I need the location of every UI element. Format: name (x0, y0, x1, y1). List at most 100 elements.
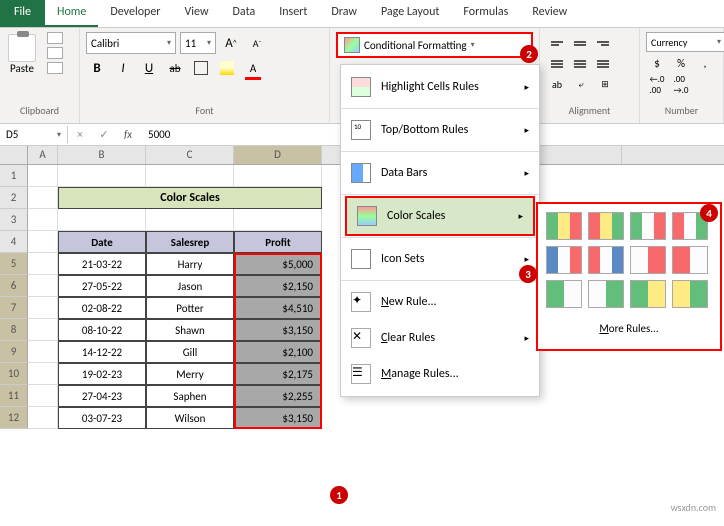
column-header[interactable]: A (28, 146, 58, 164)
data-cell[interactable]: Jason (146, 275, 234, 297)
menu-icon-sets[interactable]: Icon Sets▸ (341, 241, 539, 277)
row-header[interactable]: 5 (0, 253, 28, 275)
data-cell[interactable]: 21-03-22 (58, 253, 146, 275)
column-header[interactable]: D (234, 146, 322, 164)
data-cell[interactable]: Merry (146, 363, 234, 385)
data-cell[interactable]: $3,150 (234, 407, 322, 429)
header-cell[interactable]: Profit (234, 231, 322, 253)
select-all-corner[interactable] (0, 146, 28, 164)
italic-button[interactable]: I (112, 57, 134, 79)
paste-button[interactable]: Paste (6, 32, 38, 77)
data-cell[interactable]: $4,510 (234, 297, 322, 319)
row-header[interactable]: 7 (0, 297, 28, 319)
header-cell[interactable]: Date (58, 231, 146, 253)
row-header[interactable]: 4 (0, 231, 28, 253)
data-cell[interactable]: $2,150 (234, 275, 322, 297)
orientation-button[interactable]: ab (546, 73, 568, 95)
row-header[interactable]: 8 (0, 319, 28, 341)
row-header[interactable]: 3 (0, 209, 28, 231)
borders-button[interactable] (190, 57, 212, 79)
tab-file[interactable]: File (0, 0, 45, 27)
column-header[interactable]: C (146, 146, 234, 164)
decrease-font-button[interactable]: Aˇ (246, 32, 268, 54)
row-header[interactable]: 10 (0, 363, 28, 385)
tab-data[interactable]: Data (221, 0, 268, 27)
format-painter-button[interactable] (47, 62, 63, 74)
menu-data-bars[interactable]: Data Bars▸ (341, 155, 539, 191)
color-scale-option[interactable] (630, 246, 666, 274)
tab-formulas[interactable]: Formulas (451, 0, 520, 27)
copy-button[interactable] (47, 47, 63, 59)
percent-button[interactable]: % (670, 52, 692, 74)
align-top-center-button[interactable] (569, 32, 591, 54)
menu-new-rule[interactable]: ✦New Rule... (341, 284, 539, 320)
menu-manage-rules[interactable]: ☰Manage Rules... (341, 356, 539, 392)
font-size-select[interactable]: 11▾ (180, 32, 216, 54)
underline-button[interactable]: U (138, 57, 160, 79)
color-scale-option[interactable] (546, 280, 582, 308)
name-box[interactable]: D5▾ (0, 126, 68, 143)
comma-button[interactable]: , (694, 52, 716, 74)
color-scale-option[interactable] (588, 280, 624, 308)
color-scale-option[interactable] (672, 246, 708, 274)
color-scale-option[interactable] (672, 280, 708, 308)
tab-view[interactable]: View (172, 0, 220, 27)
tab-insert[interactable]: Insert (267, 0, 319, 27)
data-cell[interactable]: $2,100 (234, 341, 322, 363)
data-cell[interactable]: Harry (146, 253, 234, 275)
column-header[interactable]: B (58, 146, 146, 164)
color-scale-option[interactable] (630, 212, 666, 240)
tab-review[interactable]: Review (520, 0, 579, 27)
currency-button[interactable]: $ (646, 52, 668, 74)
row-header[interactable]: 9 (0, 341, 28, 363)
data-cell[interactable]: Gill (146, 341, 234, 363)
insert-function-button[interactable]: fx (116, 128, 140, 141)
align-bottom-left-button[interactable] (546, 53, 568, 75)
row-header[interactable]: 12 (0, 407, 28, 429)
cut-button[interactable] (47, 32, 63, 44)
conditional-formatting-button[interactable]: Conditional Formatting ▾ (336, 32, 533, 58)
data-cell[interactable]: Shawn (146, 319, 234, 341)
header-cell[interactable]: Salesrep (146, 231, 234, 253)
font-color-button[interactable]: A (242, 57, 264, 79)
data-cell[interactable]: 02-08-22 (58, 297, 146, 319)
merge-button[interactable]: ⊞ (594, 73, 616, 95)
more-rules-button[interactable]: More Rules... (546, 316, 712, 341)
tab-pagelayout[interactable]: Page Layout (369, 0, 451, 27)
number-format-select[interactable]: Currency▾ (646, 32, 724, 52)
fill-color-button[interactable] (216, 57, 238, 79)
confirm-entry-button[interactable]: ✓ (92, 128, 116, 141)
increase-decimal-button[interactable]: ←.0.00 (646, 74, 668, 96)
color-scale-option[interactable] (588, 212, 624, 240)
menu-clear-rules[interactable]: ✕Clear Rules▸ (341, 320, 539, 356)
decrease-decimal-button[interactable]: .00→.0 (670, 74, 692, 96)
data-cell[interactable]: $2,175 (234, 363, 322, 385)
data-cell[interactable]: Saphen (146, 385, 234, 407)
align-top-left-button[interactable] (546, 32, 568, 54)
align-top-right-button[interactable] (592, 32, 614, 54)
data-cell[interactable]: 03-07-23 (58, 407, 146, 429)
color-scale-option[interactable] (546, 246, 582, 274)
row-header[interactable]: 11 (0, 385, 28, 407)
title-cell[interactable]: Color Scales (58, 187, 322, 209)
row-header[interactable]: 6 (0, 275, 28, 297)
data-cell[interactable]: 19-02-23 (58, 363, 146, 385)
data-cell[interactable]: Wilson (146, 407, 234, 429)
data-cell[interactable]: $3,150 (234, 319, 322, 341)
align-bottom-center-button[interactable] (569, 53, 591, 75)
increase-font-button[interactable]: A^ (220, 32, 242, 54)
cancel-entry-button[interactable]: × (68, 128, 92, 141)
tab-draw[interactable]: Draw (319, 0, 369, 27)
data-cell[interactable]: Potter (146, 297, 234, 319)
row-header[interactable]: 2 (0, 187, 28, 209)
color-scale-option[interactable] (546, 212, 582, 240)
menu-top-bottom[interactable]: Top/Bottom Rules▸ (341, 112, 539, 148)
wrap-text-button[interactable]: ⤶ (570, 73, 592, 95)
tab-home[interactable]: Home (45, 0, 98, 27)
data-cell[interactable]: $2,255 (234, 385, 322, 407)
data-cell[interactable]: 27-05-22 (58, 275, 146, 297)
tab-developer[interactable]: Developer (98, 0, 172, 27)
row-header[interactable]: 1 (0, 165, 28, 187)
font-name-select[interactable]: Calibri▾ (86, 32, 176, 54)
data-cell[interactable]: $5,000 (234, 253, 322, 275)
